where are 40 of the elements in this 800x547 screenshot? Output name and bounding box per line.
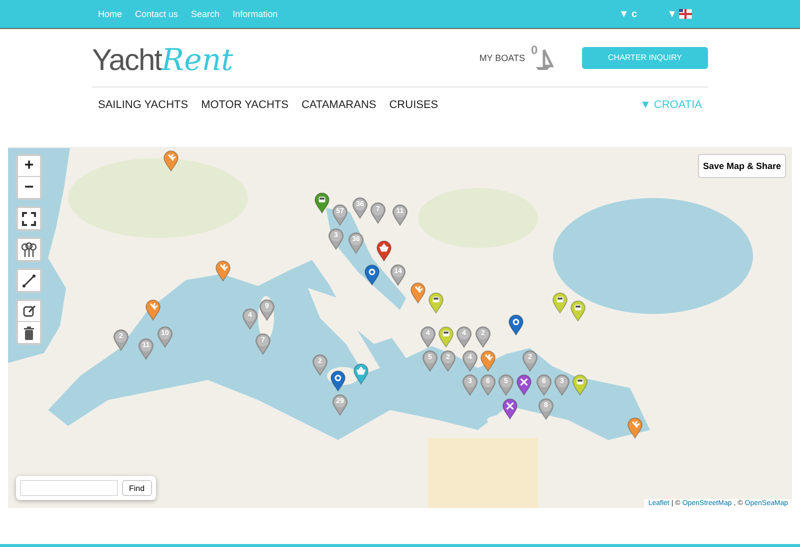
- nav-item[interactable]: MOTOR YACHTS: [201, 98, 288, 110]
- map-marker[interactable]: [627, 417, 643, 439]
- map-marker[interactable]: [353, 363, 369, 385]
- charter-inquiry-button[interactable]: CHARTER INQUIRY: [582, 46, 708, 68]
- map-marker[interactable]: [552, 292, 568, 314]
- my-boats-link[interactable]: MY BOATS: [479, 52, 525, 62]
- map-marker[interactable]: [163, 150, 179, 172]
- map-marker[interactable]: [516, 374, 532, 396]
- logo[interactable]: YachtRent: [92, 43, 234, 78]
- nav-link[interactable]: Search: [191, 9, 220, 19]
- map-marker[interactable]: [330, 370, 346, 392]
- map-marker[interactable]: [376, 240, 392, 262]
- language-dropdown[interactable]: ▼: [667, 8, 677, 20]
- map-marker[interactable]: [428, 292, 444, 314]
- nav-link[interactable]: Home: [98, 9, 122, 19]
- nav-link[interactable]: Information: [232, 9, 278, 19]
- map-marker[interactable]: [570, 300, 586, 322]
- map-marker[interactable]: [314, 192, 330, 214]
- nav-link[interactable]: Contact us: [135, 9, 178, 19]
- nav-item[interactable]: CATAMARANS: [301, 98, 376, 110]
- map-marker[interactable]: [410, 282, 426, 304]
- flag-icon[interactable]: [679, 9, 692, 19]
- region-dropdown[interactable]: ▼ CROATIA: [640, 98, 702, 110]
- map-marker[interactable]: [438, 326, 454, 348]
- map-marker[interactable]: [572, 374, 588, 396]
- map-marker[interactable]: [480, 350, 496, 372]
- nav-item[interactable]: CRUISES: [389, 98, 438, 110]
- zoom-in-button[interactable]: +: [18, 156, 40, 177]
- cross-icon: [505, 401, 515, 411]
- currency-dropdown[interactable]: ▼ c: [618, 8, 638, 20]
- map-marker[interactable]: [508, 314, 524, 336]
- map-marker[interactable]: [145, 299, 161, 321]
- map-marker[interactable]: [215, 260, 231, 282]
- save-map-button[interactable]: Save Map & Share: [698, 154, 786, 178]
- find-button[interactable]: Find: [122, 480, 152, 496]
- map-marker[interactable]: [364, 264, 380, 286]
- search-field[interactable]: [20, 480, 118, 496]
- cross-icon: [519, 377, 529, 387]
- map-marker[interactable]: [502, 398, 518, 420]
- nav-item[interactable]: SAILING YACHTS: [98, 98, 188, 110]
